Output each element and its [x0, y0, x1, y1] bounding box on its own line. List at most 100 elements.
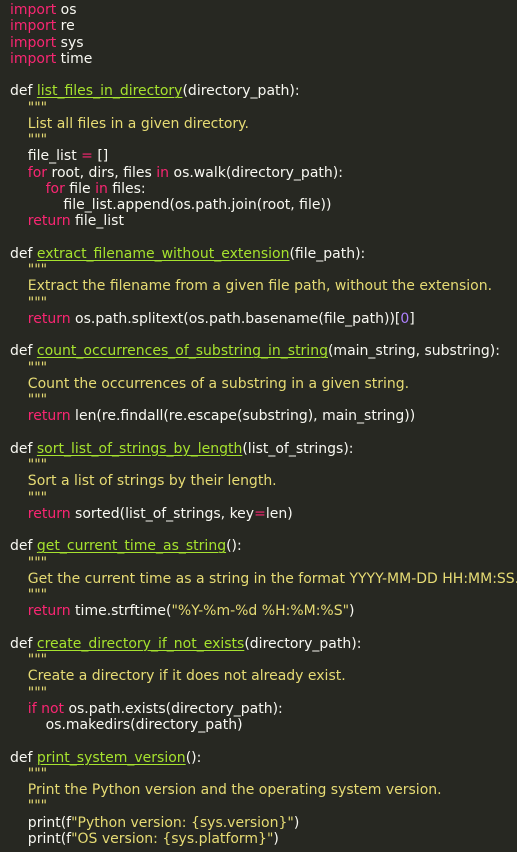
code-token: def	[10, 343, 37, 360]
code-line: """	[10, 100, 47, 116]
code-token: def	[10, 245, 37, 262]
code-token: time	[56, 50, 93, 67]
code-token: (directory_path):	[182, 83, 300, 100]
code-token: "OS version: {sys.platform}"	[71, 830, 274, 847]
code-token: list_files_in_directory	[36, 83, 183, 100]
code-token: """	[10, 359, 48, 376]
code-token: Print the Python version and the operati…	[10, 782, 442, 798]
code-token: import	[10, 18, 57, 35]
code-token: )	[349, 603, 355, 620]
code-token: """	[10, 765, 48, 782]
code-line: def get_current_time_as_string():	[10, 538, 242, 554]
code-line: def extract_filename_without_extension(f…	[10, 246, 365, 262]
code-token: =	[81, 148, 93, 165]
code-token: root, dirs, files	[47, 164, 157, 181]
code-token: print_system_version	[36, 749, 186, 766]
code-token: Count the occurrences of a substring in …	[10, 375, 410, 392]
code-line: """	[10, 798, 47, 814]
code-line: """	[10, 555, 47, 571]
code-token: in	[156, 164, 170, 181]
code-token: =	[254, 505, 266, 522]
code-line: Print the Python version and the operati…	[10, 782, 442, 798]
code-line: import os	[10, 2, 77, 18]
code-line: return time.strftime("%Y-%m-%d %H:%M:%S"…	[10, 603, 355, 619]
code-token: create_directory_if_not_exists	[36, 635, 245, 652]
code-token: os.walk(directory_path):	[169, 164, 343, 181]
code-token: """	[10, 294, 48, 311]
code-line: """	[10, 685, 47, 701]
code-line: """	[10, 295, 47, 311]
code-token: """	[10, 587, 48, 603]
code-line: Count the occurrences of a substring in …	[10, 376, 409, 392]
code-token: Extract the filename from a given file p…	[10, 278, 493, 295]
code-token: """	[10, 652, 48, 668]
code-token: (directory_path):	[244, 635, 362, 652]
code-line: for root, dirs, files in os.walk(directo…	[10, 165, 343, 181]
code-token: os	[56, 2, 77, 18]
code-line: def create_directory_if_not_exists(direc…	[10, 636, 361, 652]
code-line: def print_system_version():	[10, 750, 201, 766]
code-token: import	[10, 34, 57, 51]
code-token: file_list.append(os.path.join(root, file…	[10, 197, 332, 213]
code-line: print(f"OS version: {sys.platform}")	[10, 831, 279, 847]
code-line: """	[10, 457, 47, 473]
code-token: for	[10, 164, 48, 181]
code-token: sort_list_of_strings_by_length	[36, 440, 243, 457]
code-token: files:	[107, 180, 146, 197]
code-token: extract_filename_without_extension	[36, 245, 290, 262]
code-token: get_current_time_as_string	[36, 538, 227, 555]
code-token: if not	[10, 700, 64, 717]
code-token: """	[10, 554, 48, 571]
code-token: """	[10, 489, 48, 506]
code-token: """	[10, 99, 48, 116]
code-line: """	[10, 490, 47, 506]
code-token: print(f	[10, 814, 72, 831]
code-token: import	[10, 50, 57, 67]
code-line: Extract the filename from a given file p…	[10, 278, 492, 294]
code-token: (main_string, substring):	[327, 343, 500, 360]
code-token: len)	[265, 505, 293, 522]
code-line: Create a directory if it does not alread…	[10, 668, 346, 684]
code-token: return	[10, 505, 71, 522]
code-token: def	[10, 538, 37, 555]
code-token: (list_of_strings):	[242, 440, 354, 457]
code-token: sys	[56, 34, 84, 51]
code-editor[interactable]: import os import re import sys import time d…	[0, 0, 517, 852]
code-token: os.path.exists(directory_path):	[64, 700, 283, 717]
code-line: import re	[10, 18, 75, 34]
code-token: )	[273, 830, 279, 847]
code-token: for	[10, 180, 65, 197]
code-line: """	[10, 652, 47, 668]
code-line: Get the current time as a string in the …	[10, 571, 517, 587]
code-token: Create a directory if it does not alread…	[10, 668, 346, 685]
code-line: Sort a list of strings by their length.	[10, 473, 277, 489]
code-token: []	[92, 148, 109, 165]
code-line: import sys	[10, 35, 84, 51]
code-line: def count_occurrences_of_substring_in_st…	[10, 343, 500, 359]
code-token: 0	[400, 310, 410, 327]
code-line: import time	[10, 51, 92, 67]
code-token: file_list	[10, 148, 82, 165]
code-line: return len(re.findall(re.escape(substrin…	[10, 408, 415, 424]
code-line: print(f"Python version: {sys.version}")	[10, 815, 299, 831]
code-token: def	[10, 440, 37, 457]
code-token: time.strftime(	[70, 603, 172, 620]
code-token: "%Y-%m-%d %H:%M:%S"	[171, 603, 350, 620]
code-token: return	[10, 310, 71, 327]
code-token: def	[10, 83, 37, 100]
code-token: (file_path):	[289, 245, 366, 262]
code-token: """	[10, 262, 48, 278]
code-line: List all files in a given directory.	[10, 116, 249, 132]
code-token: sorted(list_of_strings, key	[70, 505, 255, 522]
code-token: Sort a list of strings by their length.	[10, 473, 277, 490]
code-token: re	[56, 18, 75, 35]
code-token: ():	[185, 749, 202, 766]
code-line: """	[10, 766, 47, 782]
code-token: "Python version: {sys.version}"	[71, 814, 294, 831]
code-token: print(f	[10, 830, 72, 847]
code-line: for file in files:	[10, 181, 146, 197]
code-line: return sorted(list_of_strings, key=len)	[10, 506, 293, 522]
code-line: file_list = []	[10, 148, 108, 164]
code-line: """	[10, 587, 47, 603]
code-token: import	[10, 2, 57, 18]
